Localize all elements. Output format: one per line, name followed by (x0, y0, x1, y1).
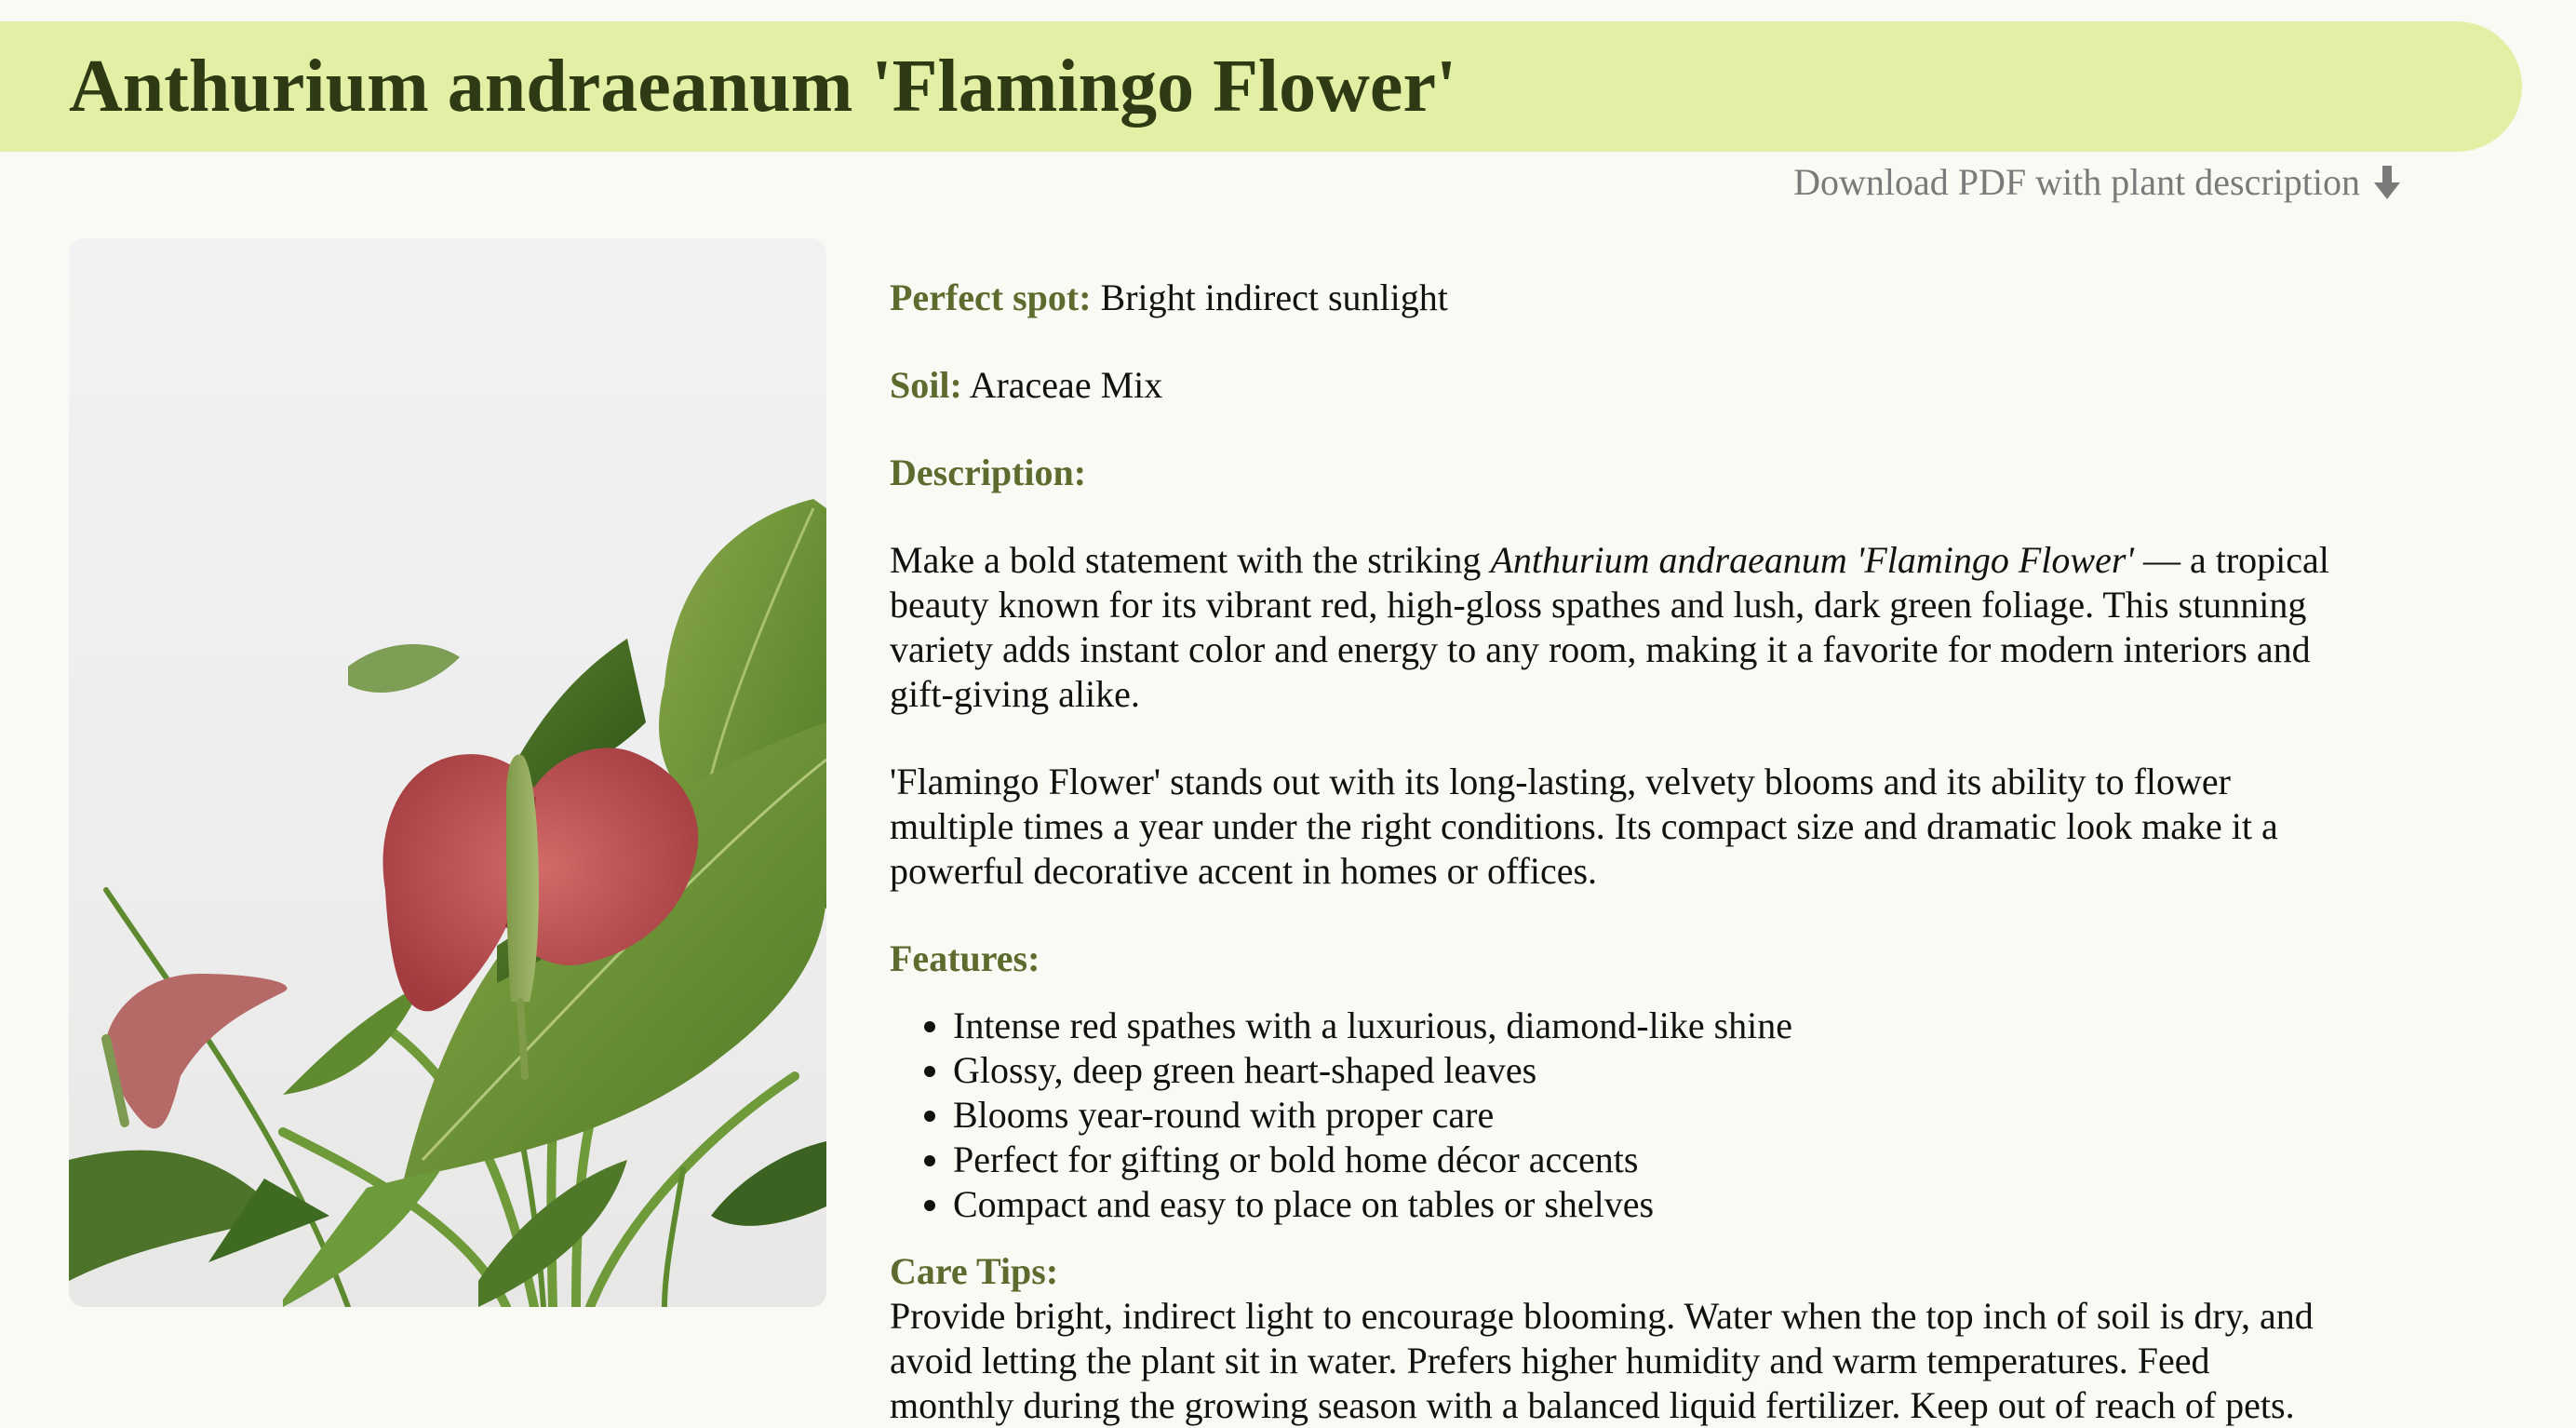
description-p1-start: Make a bold statement with the striking (890, 539, 1491, 581)
feature-item: Intense red spathes with a luxurious, di… (953, 1004, 2341, 1048)
download-pdf-link[interactable]: Download PDF with plant description (1793, 160, 2401, 204)
features-heading: Features: (890, 937, 1040, 979)
care-tips-heading: Care Tips: (890, 1250, 1059, 1292)
care-tips-text: Provide bright, indirect light to encour… (890, 1295, 2314, 1426)
feature-item: Glossy, deep green heart-shaped leaves (953, 1048, 2341, 1093)
description-paragraph-2: 'Flamingo Flower' stands out with its lo… (890, 761, 2278, 892)
page-header: Anthurium andraeanum 'Flamingo Flower' (0, 21, 2522, 152)
feature-item: Perfect for gifting or bold home décor a… (953, 1138, 2341, 1182)
feature-item: Blooms year-round with proper care (953, 1093, 2341, 1138)
feature-item: Compact and easy to place on tables or s… (953, 1182, 2341, 1227)
download-pdf-label: Download PDF with plant description (1793, 161, 2360, 203)
features-list: Intense red spathes with a luxurious, di… (890, 1004, 2341, 1227)
description-paragraph-1: Make a bold statement with the striking … (890, 538, 2341, 717)
soil-label: Soil: (890, 364, 962, 406)
soil-value: Araceae Mix (961, 364, 1163, 406)
page-title: Anthurium andraeanum 'Flamingo Flower' (69, 46, 1457, 128)
description-p1-italic: Anthurium andraeanum 'Flamingo Flower' (1490, 539, 2134, 581)
perfect-spot-row: Perfect spot: Bright indirect sunlight (890, 276, 2341, 320)
perfect-spot-value: Bright indirect sunlight (1091, 276, 1448, 318)
perfect-spot-label: Perfect spot: (890, 276, 1092, 318)
plant-photo (69, 238, 826, 1307)
download-arrow-icon (2373, 164, 2401, 201)
description-heading: Description: (890, 451, 1087, 493)
soil-row: Soil: Araceae Mix (890, 363, 2341, 408)
